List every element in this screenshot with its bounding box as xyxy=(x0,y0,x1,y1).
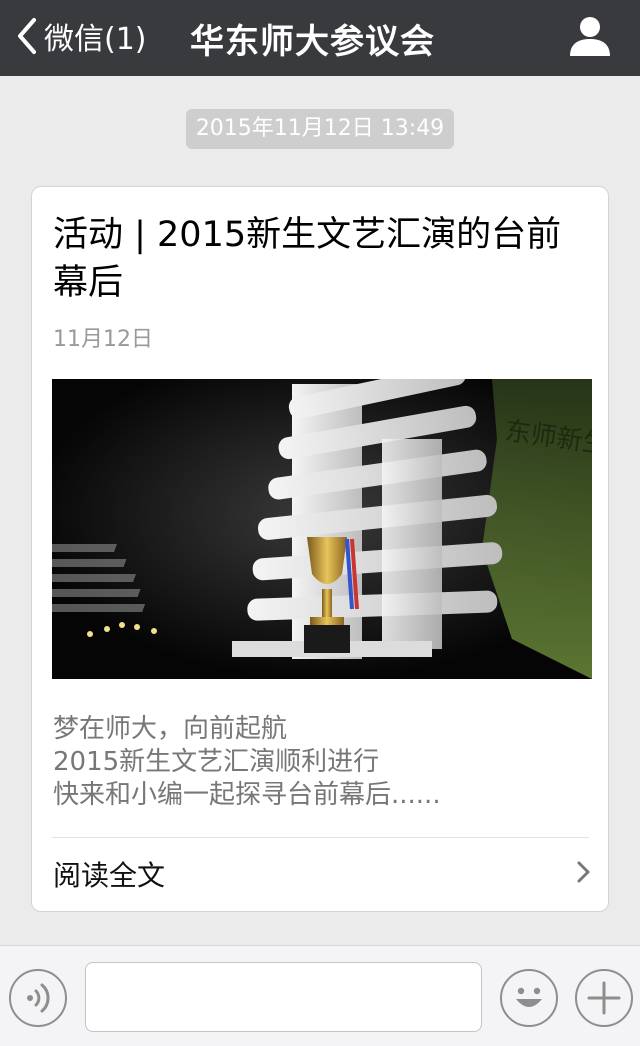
article-title: 活动 | 2015新生文艺汇演的台前幕后 xyxy=(53,215,562,303)
voice-icon xyxy=(27,983,50,1013)
message-timestamp: 2015年11月12日 13:49 xyxy=(186,109,454,149)
voice-button[interactable] xyxy=(9,969,67,1027)
profile-button[interactable] xyxy=(568,14,612,58)
summary-line: 梦在师大，向前起航 xyxy=(53,714,288,744)
navigation-bar: 微信(1) 华东师大参议会 xyxy=(0,0,640,76)
plus-icon xyxy=(587,981,621,1015)
more-button[interactable] xyxy=(575,969,633,1027)
emoji-button[interactable] xyxy=(500,969,558,1027)
chevron-right-icon xyxy=(577,861,590,883)
back-button[interactable]: 微信(1) xyxy=(14,12,147,60)
article-summary: 梦在师大，向前起航 2015新生文艺汇演顺利进行 快来和小编一起探寻台前幕后..… xyxy=(53,713,583,812)
article-cover-image: 东师新生 xyxy=(52,379,592,679)
read-more-label: 阅读全文 xyxy=(53,859,166,892)
article-date: 11月12日 xyxy=(53,327,153,352)
message-input[interactable] xyxy=(85,962,482,1032)
chevron-left-icon xyxy=(18,18,36,54)
summary-line: 快来和小编一起探寻台前幕后...... xyxy=(53,780,441,810)
smiley-icon xyxy=(516,987,542,1007)
article-card[interactable]: 活动 | 2015新生文艺汇演的台前幕后 11月12日 东师新生 梦在师大，向前… xyxy=(31,186,609,912)
read-more-button[interactable]: 阅读全文 xyxy=(52,838,592,908)
person-icon xyxy=(570,17,610,56)
back-label: 微信(1) xyxy=(44,22,147,57)
chat-title: 华东师大参议会 xyxy=(190,22,435,62)
input-bar xyxy=(0,945,640,1046)
summary-line: 2015新生文艺汇演顺利进行 xyxy=(53,747,380,777)
